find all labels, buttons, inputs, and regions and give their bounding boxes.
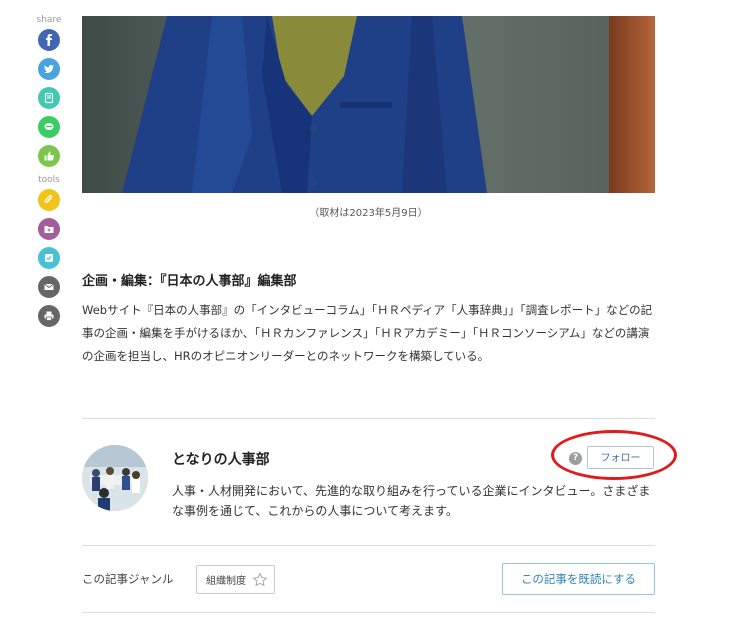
divider	[82, 545, 655, 546]
share-label: share	[36, 15, 62, 25]
folder-add-icon[interactable]	[38, 218, 60, 240]
help-icon[interactable]: ?	[569, 452, 582, 465]
facebook-icon[interactable]	[38, 29, 60, 51]
series-avatar[interactable]	[82, 445, 148, 511]
twitter-icon[interactable]	[38, 58, 60, 80]
divider	[82, 612, 655, 613]
genre-tag[interactable]: 組織制度	[196, 565, 275, 594]
photo-caption: （取材は2023年5月9日）	[309, 208, 428, 219]
mail-icon[interactable]	[38, 276, 60, 298]
clip-icon[interactable]	[38, 189, 60, 211]
series-title[interactable]: となりの人事部	[172, 449, 270, 469]
editor-title: 企画・編集：『日本の人事部』編集部	[82, 274, 297, 289]
star-icon[interactable]	[252, 571, 268, 588]
genre-tag-label: 組織制度	[206, 576, 246, 587]
editor-description: Webサイト『日本の人事部』の「インタビューコラム」「ＨＲペディア「人事辞典」」…	[82, 303, 653, 363]
share-sidebar: share tools	[34, 14, 64, 334]
like-icon[interactable]	[38, 145, 60, 167]
note-icon[interactable]	[38, 87, 60, 109]
line-icon[interactable]	[38, 116, 60, 138]
print-icon[interactable]	[38, 305, 60, 327]
series-description: 人事・人材開発において、先進的な取り組みを行っている企業にインタビュー。さまざま…	[172, 484, 651, 518]
checklist-icon[interactable]	[38, 247, 60, 269]
genre-label: この記事ジャンル	[82, 572, 174, 586]
mark-read-button[interactable]: この記事を既読にする	[502, 563, 655, 595]
follow-button[interactable]: フォロー	[587, 446, 654, 469]
tools-label: tools	[38, 175, 60, 185]
interview-photo	[82, 16, 655, 193]
divider	[82, 418, 655, 419]
